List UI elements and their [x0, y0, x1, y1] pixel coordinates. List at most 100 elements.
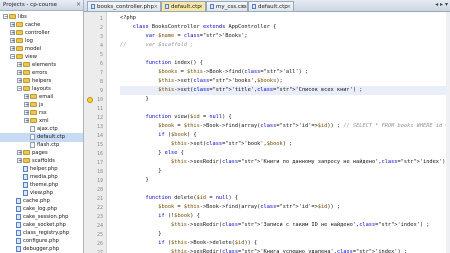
tab-label: default.ctp [171, 4, 201, 10]
close-icon[interactable]: × [241, 2, 245, 12]
tree-item[interactable]: debugger.php [0, 245, 83, 253]
code-line[interactable] [120, 50, 450, 59]
tree-item-label: debugger.php [23, 246, 60, 252]
folder-icon [16, 30, 23, 35]
code-line[interactable]: $books = $this->Book->find(class="str">'… [120, 68, 450, 77]
folder-icon [23, 78, 30, 83]
tree-item-label: view [25, 54, 37, 60]
code-line[interactable]: var $name = class="str">'Books'; [120, 32, 450, 41]
code-line[interactable]: $this->sesRedir(class="str">'Книга успеш… [120, 248, 450, 253]
close-icon[interactable]: × [199, 2, 203, 12]
code-line[interactable]: } [120, 95, 450, 104]
projects-panel: Projects - cp-course × − libs + cache + contr… [0, 0, 84, 253]
code-line[interactable]: } [120, 230, 450, 239]
vertical-scrollbar[interactable] [446, 12, 450, 253]
code-line[interactable]: // var $scaffold ; [120, 41, 450, 50]
line-number: 24 [96, 223, 103, 229]
line-number: 5 [99, 52, 103, 58]
hint-bulb-icon[interactable] [87, 97, 93, 103]
code-line[interactable]: if (!$book) { [120, 212, 450, 221]
line-number: 15 [96, 142, 103, 148]
tab-books-controller[interactable]: books_controller.php × [87, 1, 161, 11]
file-icon [30, 133, 35, 140]
line-number: 4 [99, 43, 103, 49]
code-line[interactable]: function index() { [120, 59, 450, 68]
php-file-icon [16, 213, 21, 220]
line-number: 10 [96, 97, 103, 103]
file-icon [252, 4, 256, 9]
expand-icon[interactable]: + [17, 78, 22, 84]
line-number: 13 [96, 124, 103, 130]
code-line[interactable]: $book = $this->Book->find(array(class="s… [120, 122, 450, 131]
expand-icon[interactable]: + [17, 150, 22, 156]
collapse-icon[interactable]: − [17, 86, 22, 92]
collapse-icon[interactable]: − [10, 54, 15, 60]
tab-default-ctp[interactable]: default.ctp × [161, 1, 206, 11]
tree-item-label: helpers [32, 78, 52, 84]
file-icon [210, 4, 214, 9]
tab-scroll-icon[interactable]: ◂ ▸ ▾ [435, 1, 448, 8]
close-icon[interactable]: × [287, 2, 291, 12]
tree-item-label: controller [25, 30, 50, 36]
line-number: 16 [96, 151, 103, 157]
line-number: 7 [99, 70, 103, 76]
tree-item-label: elements [32, 62, 57, 68]
tree-item-label: flash.ctp [37, 142, 60, 148]
code-line[interactable] [120, 185, 450, 194]
line-number: 11 [96, 106, 103, 112]
folder-icon [9, 14, 16, 19]
expand-icon[interactable]: + [17, 158, 22, 164]
code-line[interactable]: if ($this->Book->delete($id)) { [120, 239, 450, 248]
code-line[interactable]: function delete($id = null) { [120, 194, 450, 203]
line-number: 9 [99, 88, 103, 94]
expand-icon[interactable]: + [10, 46, 15, 52]
code-line[interactable]: $this->sesRedir(class="str">'Книги по да… [120, 158, 450, 167]
code-line[interactable]: $this->sesRedir(class="str">'Записи с та… [120, 221, 450, 230]
code-line[interactable]: $this->set(class="str">'books',$books); [120, 77, 450, 86]
tree-item-label: rss [39, 110, 47, 116]
tree-item-label: layouts [32, 86, 51, 92]
line-number: 22 [96, 205, 103, 211]
code-line[interactable]: class BooksController extends AppControl… [120, 23, 450, 32]
collapse-icon[interactable]: − [3, 14, 8, 20]
tree-item-label: xml [39, 118, 49, 124]
line-number: 20 [96, 187, 103, 193]
code-line[interactable]: $this->set(class="str">'title',class="st… [120, 86, 450, 95]
tab-my-css[interactable]: my_css.css × [206, 1, 248, 11]
php-file-icon [23, 173, 28, 180]
tree-item-label: cache.php [23, 198, 50, 204]
expand-icon[interactable]: + [17, 70, 22, 76]
code-line[interactable]: if ($book) { [120, 131, 450, 140]
code-line[interactable]: } [120, 167, 450, 176]
expand-icon[interactable]: + [17, 62, 22, 68]
code-line[interactable]: $book = $this->Book->find(array(class="s… [120, 203, 450, 212]
code-line[interactable]: } [120, 176, 450, 185]
expand-icon[interactable]: + [24, 110, 29, 116]
tab-label: books_controller.php [97, 4, 154, 10]
expand-icon[interactable]: + [10, 22, 15, 28]
code-line[interactable]: } else { [120, 149, 450, 158]
code-line[interactable]: $this->set(class="str">'book',$book) ; [120, 140, 450, 149]
line-number-gutter: 1 2 3 4 5 6 7 8 9 10 11 12 13 14 15 16 17 18 19 20 21 22 23 24 2… [84, 12, 107, 253]
code-line[interactable]: <?php [120, 14, 450, 23]
line-number: 2 [99, 25, 103, 31]
expand-icon[interactable]: + [24, 102, 29, 108]
code-line[interactable] [120, 104, 450, 113]
tree-item-label: class_registry.php [23, 230, 70, 236]
code-editor[interactable]: 1 2 3 4 5 6 7 8 9 10 11 12 13 14 15 16 17 18 19 20 21 22 23 24 2… [84, 12, 450, 253]
line-number: 25 [96, 232, 103, 238]
expand-icon[interactable]: + [24, 118, 29, 124]
expand-icon[interactable]: + [24, 94, 29, 100]
close-icon[interactable]: × [154, 2, 158, 12]
file-icon [30, 141, 35, 148]
code-line[interactable]: function view($id = null) { [120, 113, 450, 122]
folder-icon [30, 94, 37, 99]
tree-item-label: cake_log.php [23, 206, 58, 212]
tab-default-ctp-2[interactable]: default.ctp × [248, 1, 294, 11]
file-icon [165, 4, 169, 9]
tab-label: default.ctp [258, 4, 288, 10]
tree-item-label: cake_session.php [23, 214, 69, 220]
expand-icon[interactable]: + [10, 38, 15, 44]
close-icon[interactable]: × [76, 0, 81, 10]
expand-icon[interactable]: + [10, 30, 15, 36]
